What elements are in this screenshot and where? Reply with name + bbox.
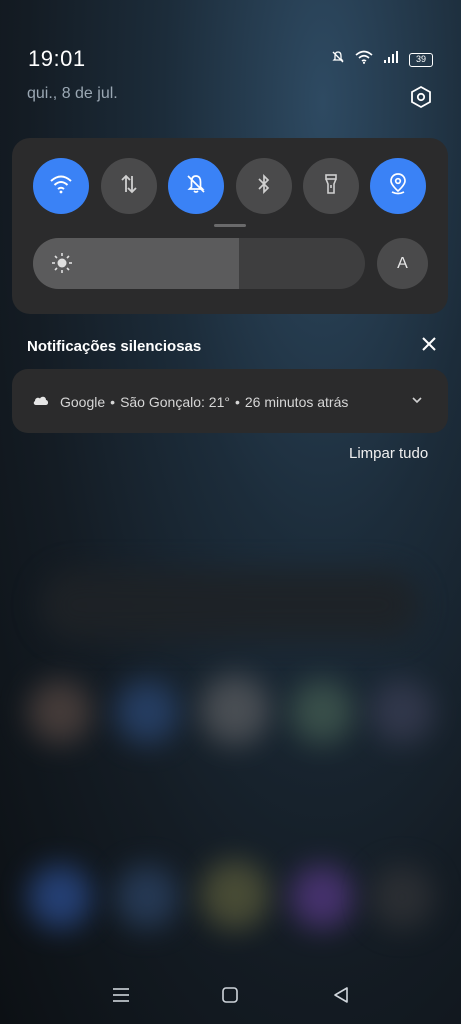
mute-bell-icon — [331, 50, 345, 69]
settings-hexagon-icon — [409, 85, 433, 114]
menu-button[interactable] — [108, 984, 134, 1010]
notification-content: São Gonçalo: 21° — [120, 394, 230, 410]
battery-icon: 39 — [409, 52, 433, 67]
menu-icon — [112, 987, 130, 1008]
back-icon — [332, 986, 350, 1009]
signal-icon — [383, 50, 399, 69]
status-time: 19:01 — [28, 46, 86, 71]
bluetooth-icon — [255, 173, 273, 200]
silent-mode-tile[interactable] — [168, 158, 224, 214]
date-label: qui., 8 de jul. — [27, 85, 118, 102]
settings-button[interactable] — [405, 83, 437, 115]
back-button[interactable] — [328, 984, 354, 1010]
home-button[interactable] — [217, 984, 243, 1010]
navigation-bar — [0, 972, 461, 1020]
wifi-icon — [49, 174, 73, 199]
wifi-tile[interactable] — [33, 158, 89, 214]
data-arrows-icon — [118, 173, 140, 200]
separator-dot: • — [110, 394, 116, 410]
battery-level: 39 — [415, 53, 426, 64]
auto-brightness-button[interactable]: A — [377, 238, 428, 289]
notifications-section-title: Notificações silenciosas — [27, 338, 202, 355]
bluetooth-tile[interactable] — [236, 158, 292, 214]
location-tile[interactable] — [370, 158, 426, 214]
flashlight-icon — [322, 173, 340, 200]
location-pin-icon — [387, 172, 409, 201]
separator-dot: • — [234, 394, 240, 410]
brightness-slider[interactable] — [33, 238, 365, 289]
dismiss-section-button[interactable] — [418, 335, 440, 357]
expand-handle[interactable] — [214, 224, 246, 227]
notification-app: Google — [60, 394, 106, 410]
close-icon — [422, 336, 436, 356]
mobile-data-tile[interactable] — [101, 158, 157, 214]
wifi-icon — [355, 50, 373, 69]
quick-settings-panel: A — [12, 138, 448, 314]
flashlight-tile[interactable] — [303, 158, 359, 214]
bell-off-icon — [185, 173, 207, 200]
home-icon — [221, 986, 239, 1009]
notification-card[interactable]: Google • São Gonçalo: 21° • 26 minutos atrás — [12, 369, 448, 433]
chevron-down-icon[interactable] — [410, 393, 424, 412]
notification-time: 26 minutos atrás — [244, 394, 349, 410]
notification-text: Google • São Gonçalo: 21° • 26 minutos atrás — [60, 394, 348, 410]
clear-all-button[interactable]: Limpar tudo — [349, 445, 428, 462]
sun-icon — [51, 252, 73, 279]
cloud-icon — [32, 393, 50, 411]
status-icons: 39 — [331, 50, 433, 69]
